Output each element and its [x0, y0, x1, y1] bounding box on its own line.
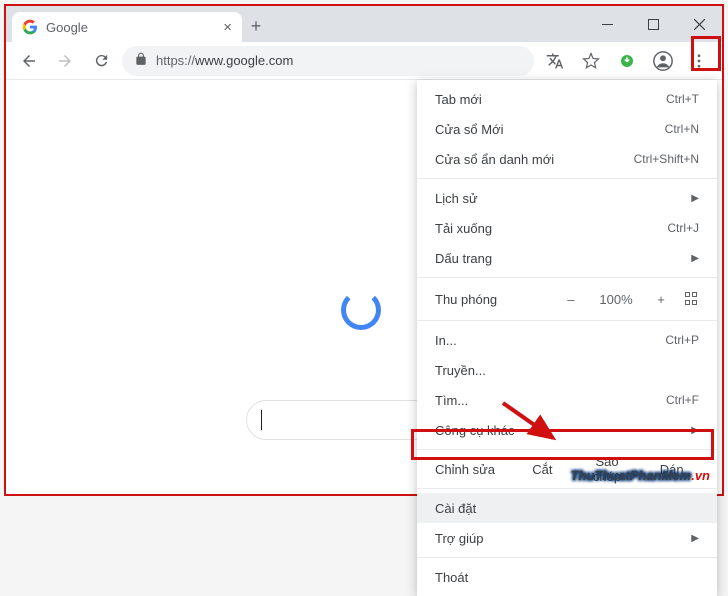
menu-history[interactable]: Lịch sử▶ [417, 183, 717, 213]
zoom-in-button[interactable]: + [651, 292, 671, 307]
translate-icon[interactable] [540, 46, 570, 76]
fullscreen-icon[interactable] [685, 292, 699, 306]
close-window-button[interactable] [676, 6, 722, 42]
titlebar: Google × + [6, 6, 722, 42]
kebab-menu-button[interactable] [684, 46, 714, 76]
toolbar: https://www.google.com [6, 42, 722, 80]
menu-find[interactable]: Tìm...Ctrl+F [417, 385, 717, 415]
window-controls [584, 6, 722, 42]
tab-title: Google [46, 20, 215, 35]
extension-idm-icon[interactable] [612, 46, 642, 76]
submenu-arrow-icon: ▶ [691, 425, 699, 436]
zoom-value: 100% [595, 292, 637, 307]
maximize-button[interactable] [630, 6, 676, 42]
menu-separator [417, 320, 717, 321]
menu-separator [417, 488, 717, 489]
submenu-arrow-icon: ▶ [691, 533, 699, 544]
menu-cut[interactable]: Cắt [515, 462, 570, 477]
menu-new-tab[interactable]: Tab mớiCtrl+T [417, 84, 717, 114]
menu-help[interactable]: Trợ giúp▶ [417, 523, 717, 553]
menu-incognito[interactable]: Cửa sổ ẩn danh mớiCtrl+Shift+N [417, 144, 717, 174]
bookmark-star-icon[interactable] [576, 46, 606, 76]
menu-zoom: Thu phóng – 100% + [417, 282, 717, 316]
forward-button[interactable] [50, 46, 80, 76]
reload-button[interactable] [86, 46, 116, 76]
new-tab-button[interactable]: + [242, 10, 270, 42]
address-bar[interactable]: https://www.google.com [122, 46, 534, 76]
menu-new-window[interactable]: Cửa sổ MớiCtrl+N [417, 114, 717, 144]
zoom-out-button[interactable]: – [561, 292, 581, 307]
browser-tab[interactable]: Google × [12, 12, 242, 42]
menu-print[interactable]: In...Ctrl+P [417, 325, 717, 355]
edit-label: Chỉnh sửa [435, 462, 505, 477]
text-caret [261, 410, 262, 430]
minimize-button[interactable] [584, 6, 630, 42]
lock-icon [134, 52, 148, 69]
submenu-arrow-icon: ▶ [691, 253, 699, 264]
profile-avatar-icon[interactable] [648, 46, 678, 76]
menu-cast[interactable]: Truyền... [417, 355, 717, 385]
chrome-main-menu: Tab mớiCtrl+T Cửa sổ MớiCtrl+N Cửa sổ ẩn… [417, 80, 717, 596]
menu-separator [417, 178, 717, 179]
menu-separator [417, 277, 717, 278]
google-search-input[interactable] [246, 400, 436, 440]
google-favicon-icon [22, 19, 38, 35]
submenu-arrow-icon: ▶ [691, 193, 699, 204]
menu-bookmarks[interactable]: Dấu trang▶ [417, 243, 717, 273]
menu-separator [417, 557, 717, 558]
menu-separator [417, 449, 717, 450]
menu-more-tools[interactable]: Công cụ khác▶ [417, 415, 717, 445]
back-button[interactable] [14, 46, 44, 76]
url-text: https://www.google.com [156, 53, 522, 68]
menu-downloads[interactable]: Tải xuốngCtrl+J [417, 213, 717, 243]
close-tab-icon[interactable]: × [223, 20, 232, 35]
menu-exit[interactable]: Thoát [417, 562, 717, 592]
loading-spinner-icon [341, 290, 381, 330]
watermark: ThuThuatPhanMem.vn [571, 460, 710, 486]
menu-settings[interactable]: Cài đặt [417, 493, 717, 523]
zoom-label: Thu phóng [435, 292, 547, 307]
